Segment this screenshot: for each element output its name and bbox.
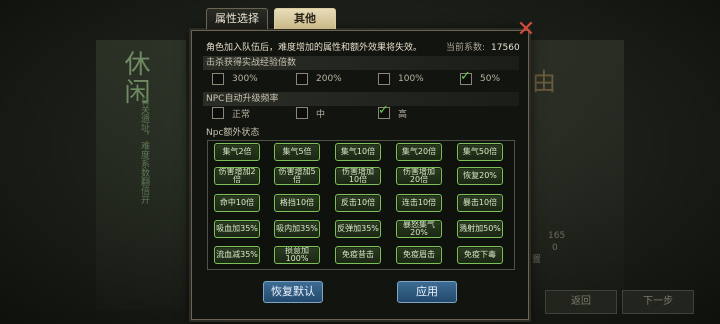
npc-level-option[interactable]: 高 [378, 103, 408, 120]
background-mode-desc: 日关遗址，难度系数翻倍开 [139, 96, 149, 204]
coefficient-label: 当前系数: [446, 43, 486, 53]
npc-status-button[interactable]: 集气50倍 [457, 143, 503, 161]
npc-status-button[interactable]: 反弹加35% [335, 220, 381, 238]
exp-multiplier-option-label: 200% [316, 74, 342, 84]
npc-status-button[interactable]: 伤害增加2倍 [214, 167, 260, 185]
npc-level-checkbox[interactable] [378, 103, 390, 119]
difficulty-coefficient: 当前系数: 17560 [446, 40, 520, 53]
back-button[interactable]: 返回 [545, 290, 617, 314]
npc-status-button[interactable]: 损意加100% [274, 246, 320, 264]
npc-status-button[interactable]: 吸血加35% [214, 220, 260, 238]
npc-status-button[interactable]: 伤害增加5倍 [274, 167, 320, 185]
background-stats: 165 0 置 [528, 230, 565, 266]
tab-attribute-select[interactable]: 属性选择 [206, 8, 268, 29]
npc-status-button[interactable]: 伤害增加 20倍 [396, 167, 442, 185]
exp-multiplier-checkbox[interactable] [296, 73, 308, 85]
npc-status-button[interactable]: 集气20倍 [396, 143, 442, 161]
npc-status-button[interactable]: 伤害增加 10倍 [335, 167, 381, 185]
npc-level-option[interactable]: 中 [296, 106, 325, 120]
exp-multiplier-checkbox[interactable] [378, 73, 390, 85]
apply-button[interactable]: 应用 [397, 281, 457, 303]
tab-other[interactable]: 其他 [274, 8, 336, 29]
exp-multiplier-option[interactable]: 300% [212, 72, 258, 86]
exp-multiplier-option-label: 100% [398, 74, 424, 84]
exp-multiplier-option-label: 300% [232, 74, 258, 84]
npc-status-button[interactable]: 集气10倍 [335, 143, 381, 161]
close-icon[interactable]: ✕ [515, 19, 537, 41]
npc-status-button[interactable]: 暴怒集气20% [396, 220, 442, 238]
reset-default-button[interactable]: 恢复默认 [263, 281, 323, 303]
exp-multiplier-title: 击杀获得实战经验倍数 [203, 56, 519, 70]
npc-status-button[interactable]: 命中10倍 [214, 194, 260, 212]
npc-status-button[interactable]: 暴击10倍 [457, 194, 503, 212]
coefficient-value: 17560 [491, 43, 520, 53]
npc-status-button[interactable]: 格挡10倍 [274, 194, 320, 212]
npc-level-option-label: 中 [316, 109, 326, 120]
background-right-char: 由 [532, 68, 556, 96]
npc-status-button[interactable]: 免疫下毒 [457, 246, 503, 264]
notice-text: 角色加入队伍后，难度增加的属性和额外效果将失效。 [206, 43, 423, 53]
exp-multiplier-option[interactable]: 100% [378, 72, 424, 86]
npc-status-button[interactable]: 集气5倍 [274, 143, 320, 161]
background-stat-2: 0 [552, 243, 558, 253]
npc-status-button[interactable]: 连击10倍 [396, 194, 442, 212]
npc-level-option[interactable]: 正常 [212, 106, 250, 120]
exp-multiplier-checkbox[interactable] [212, 73, 224, 85]
npc-status-button[interactable]: 流血减35% [214, 246, 260, 264]
npc-status-button[interactable]: 恢复20% [457, 167, 503, 185]
exp-multiplier-checkbox[interactable] [460, 69, 472, 85]
exp-multiplier-option-label: 50% [480, 74, 501, 84]
npc-status-button[interactable]: 免疫昔击 [335, 246, 381, 264]
npc-status-button[interactable]: 免疫眉击 [396, 246, 442, 264]
exp-multiplier-option[interactable]: 200% [296, 72, 342, 86]
npc-level-option-label: 正常 [232, 109, 251, 120]
npc-status-button[interactable]: 吸内加35% [274, 220, 320, 238]
npc-status-title: Npc额外状态 [206, 128, 260, 138]
npc-level-option-label: 高 [398, 109, 408, 120]
npc-status-button[interactable]: 反击10倍 [335, 194, 381, 212]
npc-status-button[interactable]: 集气2倍 [214, 143, 260, 161]
npc-status-button[interactable]: 溅射加50% [457, 220, 503, 238]
npc-level-title: NPC自动升级频率 [203, 92, 519, 106]
background-stat-3: 置 [532, 255, 542, 265]
npc-level-checkbox[interactable] [212, 107, 224, 119]
background-stat-1: 165 [548, 231, 566, 241]
next-step-button[interactable]: 下一步 [622, 290, 694, 314]
npc-level-checkbox[interactable] [296, 107, 308, 119]
exp-multiplier-option[interactable]: 50% [460, 69, 501, 86]
